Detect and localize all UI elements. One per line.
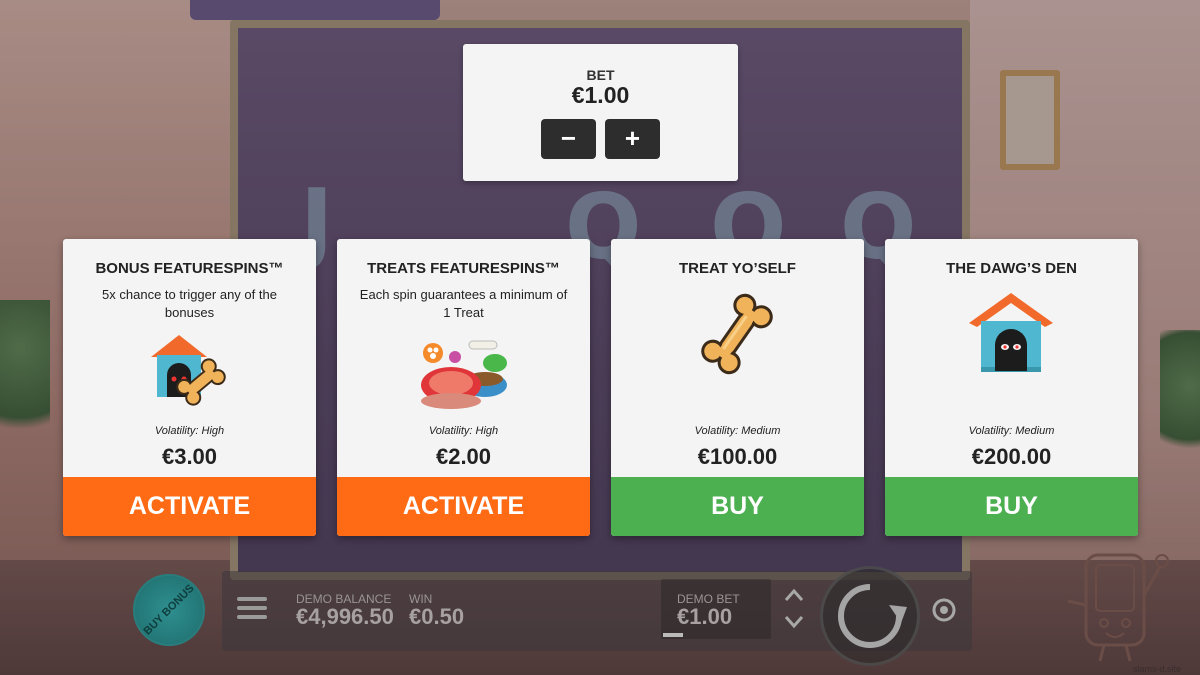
card-price: €3.00	[161, 444, 218, 469]
bet-level-indicator	[663, 633, 683, 637]
card-description: 5x chance to trigger any of the bonuses	[102, 287, 277, 320]
bet-label: BET	[586, 67, 615, 83]
spin-icon	[838, 584, 907, 648]
bet-down-arrow-icon[interactable]	[782, 613, 806, 631]
activate-button[interactable]: ACTIVATE	[63, 477, 316, 536]
card-volatility: Volatility: High	[154, 425, 225, 437]
win-value: €0.50	[409, 604, 465, 629]
demo-bet-value: €1.00	[677, 604, 733, 629]
spin-button[interactable]	[820, 566, 920, 666]
card-title: THE DAWG’S DEN	[946, 260, 1077, 277]
bonus-card-the-dawgs-den: THE DAWG’S DEN Volatility: Medium €200.0…	[885, 239, 1138, 536]
bone-icon	[701, 293, 773, 375]
bonus-card-bonus-featurespins: BONUS FEATURESPINS™ 5x chance to trigger…	[63, 239, 316, 536]
bet-panel: BET €1.00 − +	[463, 44, 738, 181]
card-price: €100.00	[697, 444, 778, 469]
card-volatility: Volatility: High	[428, 425, 499, 437]
doghouse-and-bone-icon	[151, 335, 226, 406]
doghouse-icon	[969, 293, 1053, 372]
treats-bowl-icon	[421, 340, 507, 409]
bet-increase-button[interactable]: +	[605, 119, 660, 159]
buy-button[interactable]: BUY	[885, 477, 1138, 536]
menu-icon[interactable]	[237, 597, 267, 621]
card-title: BONUS FEATURESPINS™	[95, 260, 284, 277]
card-description: Each spin guarantees a minimum of 1 Trea…	[359, 287, 568, 320]
card-volatility: Volatility: Medium	[968, 425, 1055, 437]
mascot-character-icon	[1067, 553, 1169, 662]
bet-value: €1.00	[571, 82, 630, 108]
demo-balance-value: €4,996.50	[296, 604, 394, 629]
card-title: TREAT YO’SELF	[679, 260, 796, 277]
bonus-card-treat-yoself: TREAT YO’SELF Volatility: Medium €100.00…	[611, 239, 864, 536]
activate-button[interactable]: ACTIVATE	[337, 477, 590, 536]
card-title: TREATS FEATURESPINS™	[367, 260, 560, 277]
bet-up-arrow-icon[interactable]	[782, 586, 806, 604]
card-price: €2.00	[435, 444, 492, 469]
buy-button[interactable]: BUY	[611, 477, 864, 536]
bet-decrease-button[interactable]: −	[541, 119, 596, 159]
card-volatility: Volatility: Medium	[694, 425, 781, 437]
card-price: €200.00	[971, 444, 1052, 469]
autoplay-icon[interactable]	[930, 596, 958, 624]
site-watermark: slams-d.site	[1133, 664, 1182, 674]
bonus-card-treats-featurespins: TREATS FEATURESPINS™ Each spin guarantee…	[337, 239, 590, 536]
